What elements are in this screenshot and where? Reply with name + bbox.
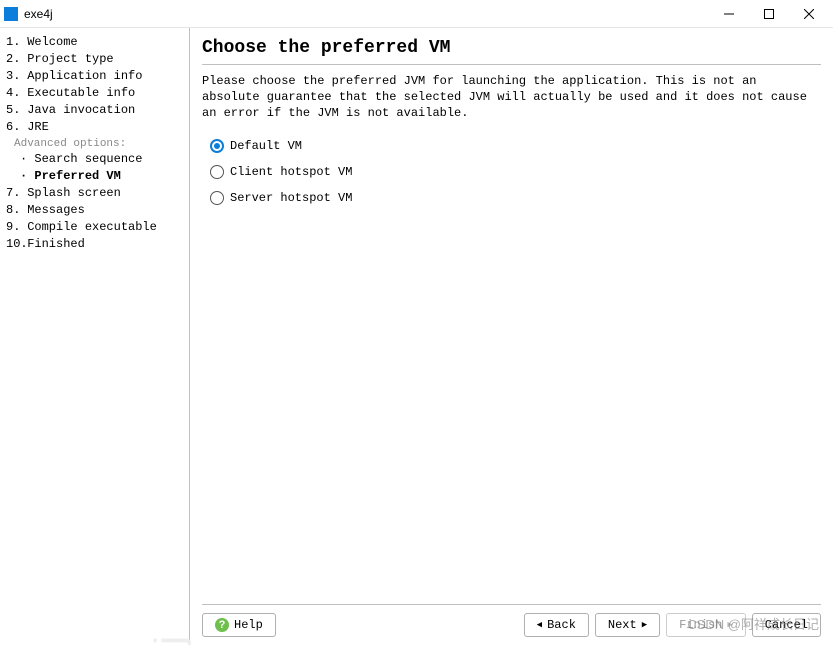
content-spacer xyxy=(202,205,821,604)
cancel-button[interactable]: Cancel xyxy=(752,613,821,637)
help-button[interactable]: ? Help xyxy=(202,613,276,637)
radio-server-hotspot-vm[interactable]: Server hotspot VM xyxy=(210,191,821,205)
brand-logo: exe4j xyxy=(148,635,193,645)
triangle-right-icon: ▶ xyxy=(642,620,647,630)
nav-item-messages[interactable]: 8. Messages xyxy=(4,202,185,219)
nav-item-compile-executable[interactable]: 9. Compile executable xyxy=(4,219,185,236)
nav-item-application-info[interactable]: 3. Application info xyxy=(4,68,185,85)
finish-button: Finish ▶ xyxy=(666,613,746,637)
page-description: Please choose the preferred JVM for laun… xyxy=(202,73,821,121)
window-controls xyxy=(709,2,829,26)
triangle-right-icon: ▶ xyxy=(727,620,732,630)
radio-icon xyxy=(210,139,224,153)
minimize-button[interactable] xyxy=(709,2,749,26)
help-icon: ? xyxy=(215,618,229,632)
main-area: 1. Welcome 2. Project type 3. Applicatio… xyxy=(0,28,833,645)
radio-label: Server hotspot VM xyxy=(230,191,352,205)
page-title: Choose the preferred VM xyxy=(202,38,821,65)
radio-label: Default VM xyxy=(230,139,302,153)
nav-item-welcome[interactable]: 1. Welcome xyxy=(4,34,185,51)
close-button[interactable] xyxy=(789,2,829,26)
nav-item-project-type[interactable]: 2. Project type xyxy=(4,51,185,68)
window-title: exe4j xyxy=(24,7,709,21)
help-label: Help xyxy=(234,618,263,632)
advanced-options-label: Advanced options: xyxy=(4,136,185,151)
nav-item-executable-info[interactable]: 4. Executable info xyxy=(4,85,185,102)
finish-label: Finish xyxy=(679,618,722,632)
nav-list: 1. Welcome 2. Project type 3. Applicatio… xyxy=(4,34,185,253)
nav-sub-search-sequence[interactable]: · Search sequence xyxy=(4,151,185,168)
next-label: Next xyxy=(608,618,637,632)
radio-client-hotspot-vm[interactable]: Client hotspot VM xyxy=(210,165,821,179)
triangle-left-icon: ◀ xyxy=(537,620,542,630)
cancel-label: Cancel xyxy=(765,618,808,632)
content-panel: Choose the preferred VM Please choose th… xyxy=(190,28,833,645)
radio-icon xyxy=(210,191,224,205)
nav-sub-preferred-vm[interactable]: · Preferred VM xyxy=(4,168,185,185)
radio-default-vm[interactable]: Default VM xyxy=(210,139,821,153)
nav-item-finished[interactable]: 10. Finished xyxy=(4,236,185,253)
titlebar: exe4j xyxy=(0,0,833,28)
radio-icon xyxy=(210,165,224,179)
button-bar: ? Help ◀ Back Next ▶ Finish ▶ Cancel xyxy=(202,604,821,637)
radio-label: Client hotspot VM xyxy=(230,165,352,179)
sidebar: 1. Welcome 2. Project type 3. Applicatio… xyxy=(0,28,190,645)
nav-item-java-invocation[interactable]: 5. Java invocation xyxy=(4,102,185,119)
back-label: Back xyxy=(547,618,576,632)
vm-radio-group: Default VM Client hotspot VM Server hots… xyxy=(202,139,821,205)
nav-item-splash-screen[interactable]: 7. Splash screen xyxy=(4,185,185,202)
app-icon xyxy=(4,7,18,21)
next-button[interactable]: Next ▶ xyxy=(595,613,660,637)
nav-item-jre[interactable]: 6. JRE xyxy=(4,119,185,136)
back-button[interactable]: ◀ Back xyxy=(524,613,589,637)
maximize-button[interactable] xyxy=(749,2,789,26)
